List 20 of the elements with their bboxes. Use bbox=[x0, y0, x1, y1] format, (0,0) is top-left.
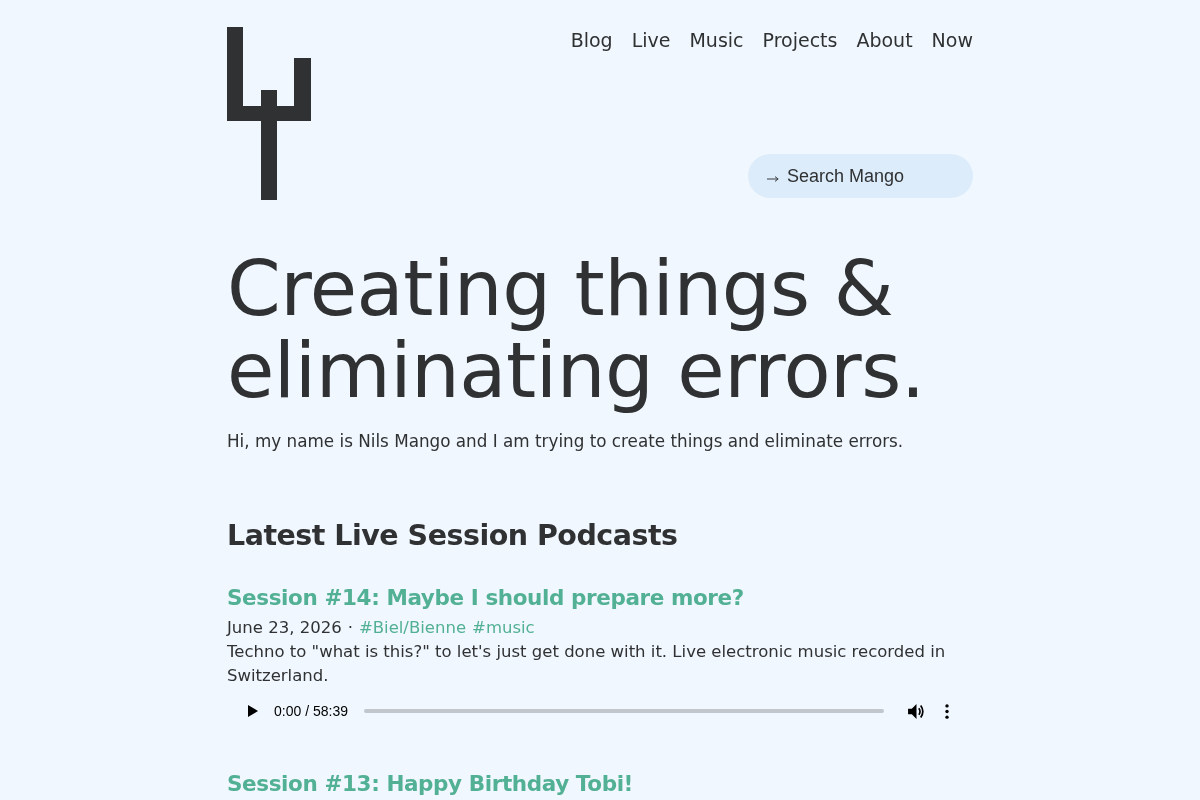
search-field[interactable]: Search Mango bbox=[748, 154, 973, 198]
section-heading: Latest Live Session Podcasts bbox=[227, 518, 679, 554]
nav-link[interactable]: Projects bbox=[762, 27, 838, 53]
nav-link[interactable]: Now bbox=[931, 27, 973, 53]
episode-description: Techno to "what is this?" to let's just get done with it. Live electronic music recorded in Switzerland. bbox=[227, 641, 947, 687]
more-options-icon[interactable] bbox=[945, 703, 949, 719]
hero-heading: Creating things & eliminating errors. bbox=[227, 248, 926, 412]
audio-progress-track[interactable] bbox=[363, 709, 884, 713]
arrow-icon bbox=[767, 176, 779, 182]
separator-dot: · bbox=[347, 617, 353, 639]
episode-date: June 23, 2026 bbox=[227, 617, 342, 639]
nav-link[interactable]: Blog bbox=[570, 27, 613, 53]
play-icon[interactable] bbox=[248, 705, 258, 717]
audio-time: 0:00 / 58:39 bbox=[274, 703, 348, 719]
nav-link[interactable]: Live bbox=[631, 27, 671, 53]
nav-link[interactable]: About bbox=[856, 27, 913, 53]
volume-icon[interactable] bbox=[908, 703, 925, 719]
logo-icon[interactable] bbox=[227, 27, 311, 200]
nav-link[interactable]: Music bbox=[689, 27, 744, 53]
intro-text: Hi, my name is Nils Mango and I am trying to create things and eliminate errors. bbox=[227, 430, 905, 453]
